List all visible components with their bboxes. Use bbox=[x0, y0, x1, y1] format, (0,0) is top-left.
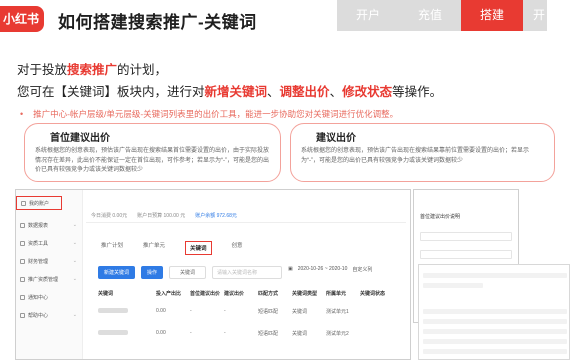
table-row[interactable]: 0.00 - - 短语匹配 关键词 测试单元1 bbox=[98, 308, 410, 315]
operations-button[interactable]: 操作 bbox=[141, 266, 164, 279]
card-title: 首位建议出价 bbox=[50, 133, 110, 144]
customize-columns-button[interactable]: 自定义列 bbox=[352, 266, 372, 273]
sidebar-item-qualification[interactable]: 推广资质管理 ⌄ bbox=[16, 272, 82, 286]
tab-open-account[interactable]: 开户 bbox=[337, 0, 399, 31]
toolbar: 新建关键词 操作 关键词 请输入关键词名称 bbox=[98, 266, 283, 279]
bell-icon bbox=[20, 294, 25, 300]
home-icon bbox=[21, 200, 26, 206]
popup-field bbox=[420, 232, 512, 241]
blurred-keyword bbox=[98, 308, 128, 313]
suggested-bid-card: 建议出价 系统根据您的创意表现，预估该广告出现在搜索结果靠前位置需要设置的出价；… bbox=[290, 123, 555, 182]
card-body: 系统根据您的创意表现，预估该广告出现在搜索结果靠前位置需要设置的出价；若显示为“… bbox=[301, 148, 530, 164]
placeholder-row bbox=[423, 339, 567, 344]
help-icon bbox=[20, 312, 25, 318]
tip-note: • 推广中心-帐户层级/单元层级-关键词列表里的出价工具，能进一步协助您对关键词进… bbox=[20, 109, 399, 119]
blurred-keyword bbox=[98, 330, 128, 335]
filter-select[interactable]: 关键词 bbox=[169, 266, 207, 279]
placeholder-row bbox=[423, 319, 567, 324]
brand-logo: 小红书 bbox=[0, 6, 44, 32]
table-header: 关键词 投入产出比 首位建议出价 建议出价 匹配方式 关键词类型 所属单元 关键… bbox=[98, 291, 386, 297]
add-keyword-button[interactable]: 新建关键词 bbox=[98, 266, 136, 279]
level-tabs: 推广计划 推广单元 关键词 创意 bbox=[101, 241, 243, 255]
table-row[interactable]: 0.00 - - 短语匹配 关键词 测试单元2 bbox=[98, 330, 410, 337]
card-body: 系统根据您的创意表现，预估该广告出现在搜索结果首位需要设置的出价，由于实际投放情… bbox=[35, 148, 270, 173]
bid-table-screenshot bbox=[418, 264, 570, 360]
popup-title: 首位建议出价说明 bbox=[420, 214, 461, 220]
tab-keywords[interactable]: 关键词 bbox=[185, 241, 212, 255]
wallet-icon bbox=[20, 258, 25, 264]
chevron-down-icon: ⌄ bbox=[72, 276, 77, 282]
date-range[interactable]: ▣ 2020-10-26 ~ 2020-10 自定义列 bbox=[288, 266, 372, 273]
card-title: 建议出价 bbox=[316, 133, 356, 144]
chevron-down-icon: ⌄ bbox=[72, 240, 77, 246]
search-input[interactable]: 请输入关键词名称 bbox=[212, 266, 283, 279]
placeholder-row bbox=[423, 309, 567, 314]
sidebar-item-notifications[interactable]: 通知中心 bbox=[16, 290, 82, 304]
account-summary: 今日消费 0.00元 账户日预算 100.00 元 账户余额 972.68元 bbox=[91, 213, 237, 219]
chevron-down-icon: ⌄ bbox=[72, 222, 77, 228]
keyword-list-screenshot: 我的账户 数据报表 ⌄ 资质工具 ⌄ 财务管理 ⌄ 推广资质管理 ⌄ 通知中心 帮助中心… bbox=[15, 189, 411, 360]
sidebar-item-account[interactable]: 我的账户 bbox=[16, 196, 62, 210]
intro-line-1: 对于投放搜索推广的计划， bbox=[17, 63, 168, 77]
tab-build[interactable]: 搭建 bbox=[461, 0, 523, 31]
sidebar-item-help[interactable]: 帮助中心 ⌄ bbox=[16, 308, 82, 322]
sidebar-item-tools[interactable]: 资质工具 ⌄ bbox=[16, 236, 82, 250]
tab-plans[interactable]: 推广计划 bbox=[101, 241, 123, 255]
chart-icon bbox=[20, 222, 25, 228]
tool-icon bbox=[20, 240, 25, 246]
first-position-bid-card: 首位建议出价 系统根据您的创意表现，预估该广告出现在搜索结果首位需要设置的出价，… bbox=[24, 123, 281, 182]
slide: 小红书 如何搭建搜索推广-关键词 开户 充值 搭建 开 对于投放搜索推广的计划，… bbox=[0, 0, 570, 360]
placeholder-row bbox=[423, 349, 567, 354]
placeholder-row bbox=[423, 283, 483, 288]
sidebar: 我的账户 数据报表 ⌄ 资质工具 ⌄ 财务管理 ⌄ 推广资质管理 ⌄ 通知中心 帮助中心… bbox=[16, 190, 83, 359]
popup-field bbox=[420, 250, 512, 259]
chevron-down-icon: ⌄ bbox=[72, 258, 77, 264]
tab-recharge[interactable]: 充值 bbox=[399, 0, 461, 31]
document-icon bbox=[20, 276, 25, 282]
tab-creatives[interactable]: 创意 bbox=[232, 241, 243, 255]
step-tabs: 开户 充值 搭建 开 bbox=[337, 0, 547, 31]
sidebar-item-reports[interactable]: 数据报表 ⌄ bbox=[16, 218, 82, 232]
tab-open[interactable]: 开 bbox=[523, 0, 547, 31]
tab-units[interactable]: 推广单元 bbox=[143, 241, 165, 255]
placeholder-row bbox=[423, 273, 567, 278]
chevron-down-icon: ⌄ bbox=[72, 312, 77, 318]
sidebar-item-finance[interactable]: 财务管理 ⌄ bbox=[16, 254, 82, 268]
divider bbox=[86, 222, 406, 223]
calendar-icon: ▣ bbox=[288, 266, 293, 272]
placeholder-row bbox=[423, 329, 567, 334]
page-title: 如何搭建搜索推广-关键词 bbox=[58, 13, 257, 32]
intro-line-2: 您可在【关键词】板块内，进行对新增关键词、调整出价、修改状态等操作。 bbox=[17, 85, 443, 99]
